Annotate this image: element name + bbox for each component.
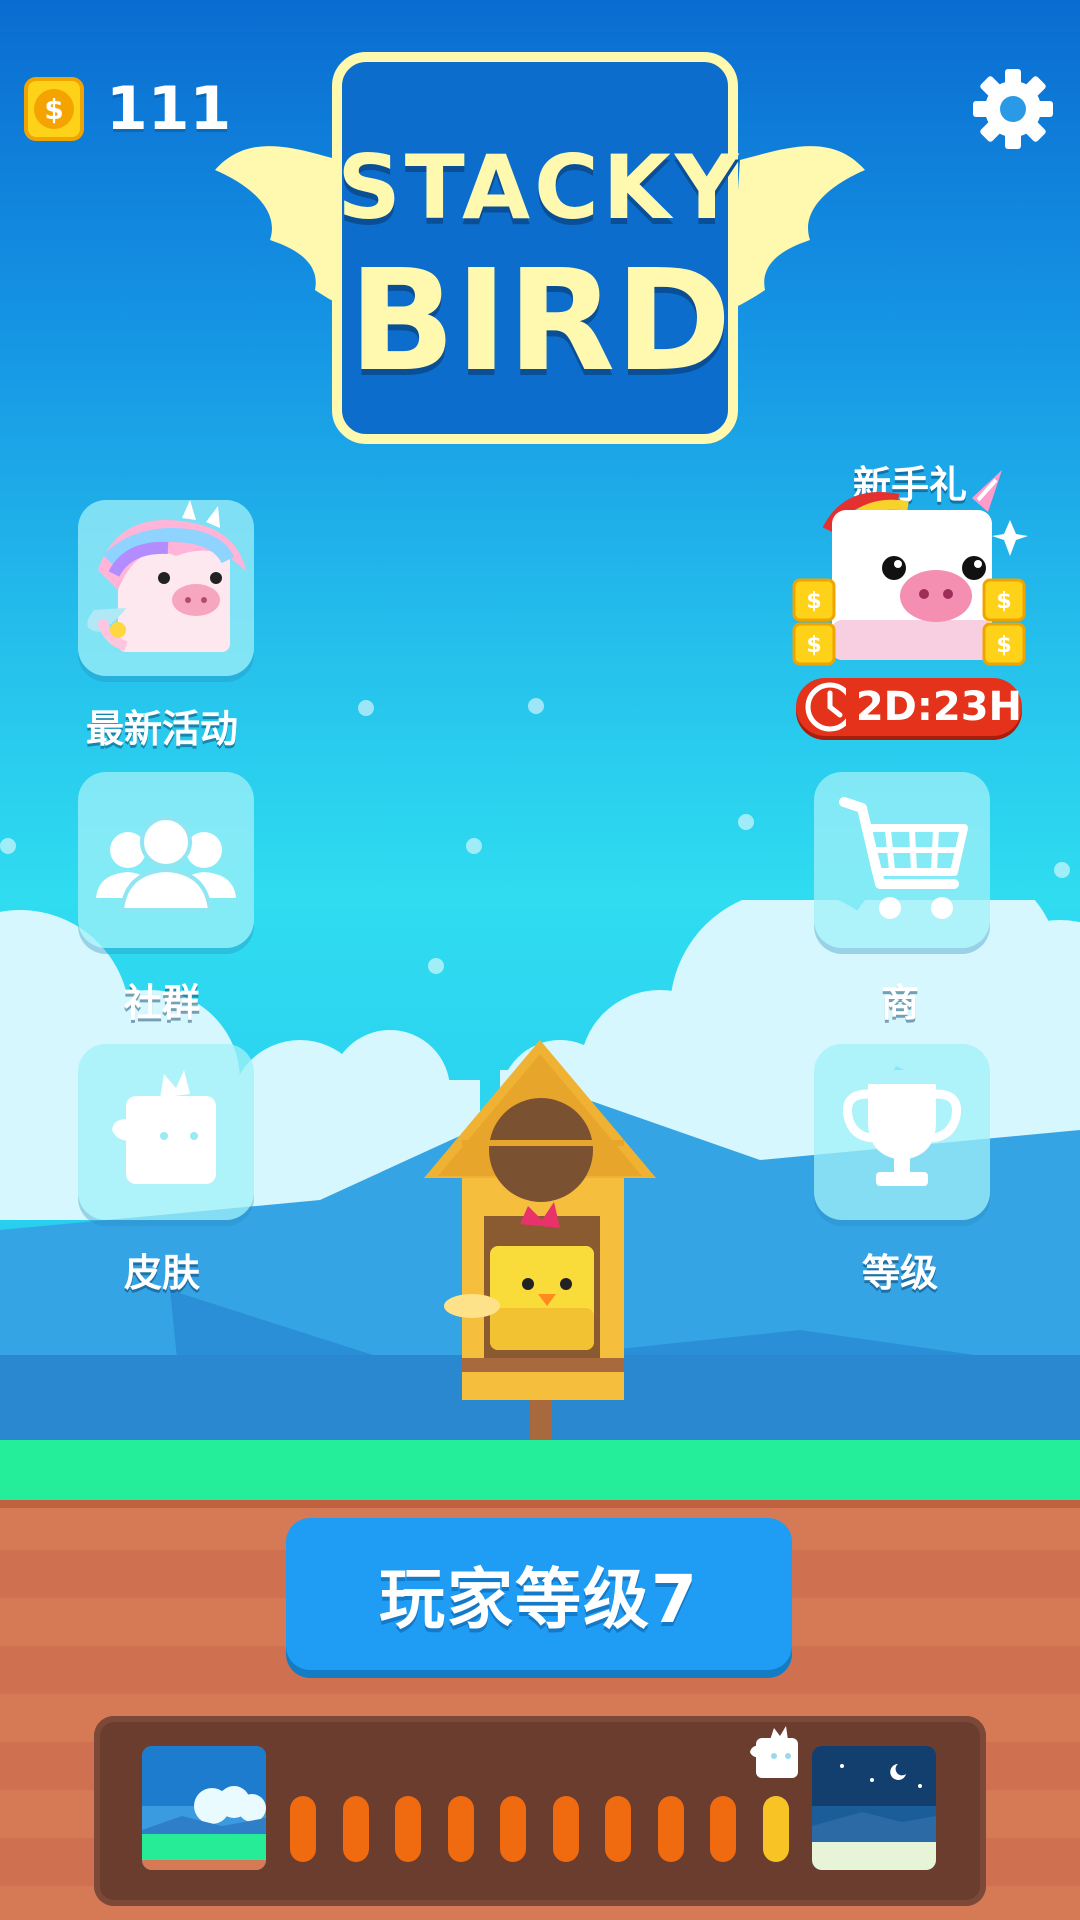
- game-screen: $ 111 STACKY BIRD 最新活动 社群 皮肤 新手礼 $ $ $ $…: [0, 0, 1080, 1920]
- ground-edge: [0, 1500, 1080, 1508]
- events-button[interactable]: [78, 500, 254, 676]
- community-label: 社群: [123, 981, 200, 1025]
- progress-pip-done: [290, 1796, 316, 1862]
- settings-button[interactable]: [970, 66, 1056, 152]
- birdhouse: [424, 1040, 656, 1450]
- snow-dot: [358, 700, 374, 716]
- gift-timer-badge: 2D:23H: [796, 678, 1022, 736]
- progress-pip-done: [500, 1796, 526, 1862]
- events-label: 最新活动: [85, 707, 238, 751]
- progress-pip-done: [605, 1796, 631, 1862]
- newbie-gift-button[interactable]: $ $ $ $: [788, 470, 1028, 680]
- bird-silhouette-icon: [112, 1070, 216, 1184]
- svg-text:$: $: [806, 633, 821, 658]
- dollar-coin-icon: $: [24, 77, 84, 141]
- progress-pip-current: [762, 1796, 789, 1862]
- game-logo: STACKY BIRD: [210, 40, 870, 460]
- rank-label: 等级: [861, 1251, 938, 1295]
- grass-strip: [0, 1440, 1080, 1502]
- night-stage-thumbnail: [812, 1746, 936, 1870]
- snow-dot: [738, 814, 754, 830]
- community-button[interactable]: [78, 772, 254, 948]
- snow-dot: [528, 698, 544, 714]
- day-stage-thumbnail: [142, 1746, 266, 1870]
- group-icon: [96, 816, 236, 912]
- logo-title-top: STACKY: [337, 136, 743, 239]
- unicorn-pig-icon: [87, 500, 246, 652]
- gift-timer-text: 2D:23H: [855, 684, 1022, 730]
- progress-pip-done: [395, 1796, 421, 1862]
- shop-button[interactable]: [814, 772, 990, 948]
- progress-pip-done: [342, 1796, 369, 1862]
- progress-pip-done: [710, 1796, 736, 1862]
- svg-text:$: $: [806, 589, 821, 614]
- logo-title-bottom: BIRD: [348, 240, 732, 403]
- shop-label: 商: [880, 981, 919, 1025]
- snow-dot: [0, 838, 16, 854]
- svg-text:$: $: [996, 589, 1011, 614]
- trophy-icon: [842, 1084, 962, 1186]
- coin-counter: $ 111: [24, 74, 231, 144]
- rank-button[interactable]: [814, 1044, 990, 1220]
- progress-pip-done: [657, 1796, 684, 1862]
- sparkle-icon: [992, 520, 1028, 556]
- snow-dot: [1054, 862, 1070, 878]
- svg-text:$: $: [996, 633, 1011, 658]
- skins-button[interactable]: [78, 1044, 254, 1220]
- player-level-button[interactable]: 玩家等级7: [286, 1518, 792, 1670]
- snow-dot: [466, 838, 482, 854]
- gear-icon: [973, 69, 1053, 149]
- skins-label: 皮肤: [123, 1251, 200, 1295]
- player-level-text: 玩家等级7: [379, 1561, 699, 1638]
- cart-icon: [839, 797, 968, 919]
- player-marker-icon: [750, 1726, 798, 1778]
- clock-icon: [805, 682, 846, 732]
- progress-pip-done: [447, 1796, 474, 1862]
- progress-pip-done: [552, 1796, 579, 1862]
- unicorn-gift-icon: $ $ $ $: [792, 470, 1028, 666]
